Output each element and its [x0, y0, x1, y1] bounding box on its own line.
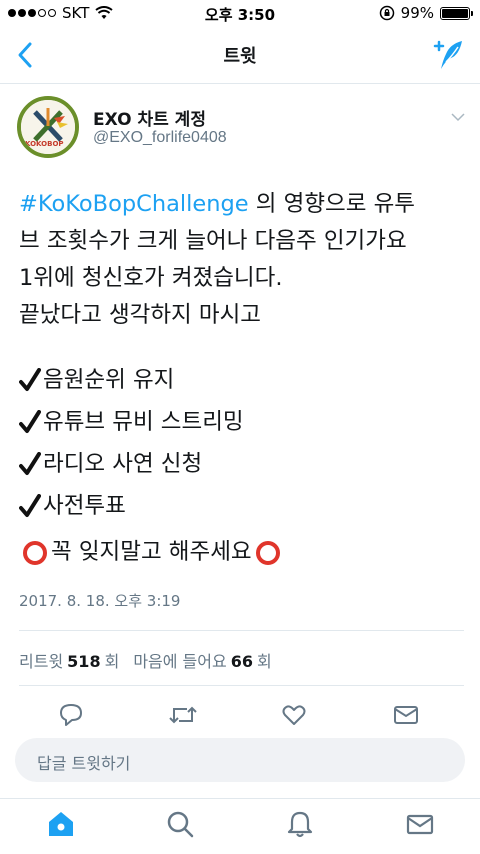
author-avatar[interactable]: KOKOBOP — [17, 96, 79, 158]
search-icon[interactable] — [165, 809, 195, 839]
tweet-line-1: #KoKoBopChallenge 의 영향으로 유투 — [19, 186, 469, 223]
tweet-line-2: 브 조횟수가 크게 늘어나 다음주 인기가요 — [19, 228, 407, 254]
tweet-line-4: 끝났다고 생각하지 마시고 — [19, 302, 262, 328]
checklist-item: 유튜브 뮤비 스트리밍 — [19, 401, 469, 443]
checklist-item-text: 사전투표 — [43, 493, 126, 519]
likes-unit: 회 — [256, 652, 272, 671]
exo-logo-avatar: KOKOBOP — [21, 100, 75, 154]
svg-text:KOKOBOP: KOKOBOP — [25, 140, 64, 148]
retweets-label[interactable]: 리트윗 — [19, 648, 63, 672]
status-right: 99% — [379, 4, 473, 22]
checklist-item: 음원순위 유지 — [19, 359, 469, 401]
envelope-icon[interactable] — [405, 809, 435, 839]
checkmark-icon — [19, 452, 41, 475]
page-title: 트윗 — [223, 46, 257, 67]
red-circle-icon — [255, 540, 280, 565]
checklist-item-text: 음원순위 유지 — [43, 367, 175, 393]
tweet-checklist: 음원순위 유지 유튜브 뮤비 스트리밍 라디오 사연 신청 사전투표 — [19, 359, 469, 527]
tweet-actions — [0, 694, 480, 734]
checklist-item-text: 유튜브 뮤비 스트리밍 — [43, 409, 244, 435]
tweet-text-segment: 의 영향으로 유투 — [248, 191, 415, 217]
rotation-lock-icon — [379, 5, 394, 21]
checkmark-icon — [19, 368, 41, 391]
bottom-tab-bar — [0, 798, 480, 854]
tweet-timestamp[interactable]: 2017. 8. 18. 오후 3:19 — [19, 590, 180, 611]
reply-input[interactable]: 답글 트윗하기 — [15, 738, 465, 782]
compose-tweet-icon[interactable] — [432, 38, 466, 72]
hashtag-link[interactable]: #KoKoBopChallenge — [19, 191, 249, 217]
reply-icon[interactable] — [58, 702, 84, 728]
chevron-down-icon[interactable] — [450, 112, 466, 122]
checkmark-icon — [19, 410, 41, 433]
navigation-bar: 트윗 — [0, 28, 480, 84]
checkmark-icon — [19, 494, 41, 517]
divider — [19, 685, 464, 686]
author-handle[interactable]: @EXO_forlife0408 — [93, 129, 227, 147]
heart-icon[interactable] — [281, 702, 307, 728]
tweet-line-3: 1위에 청신호가 켜졌습니다. — [19, 265, 283, 291]
status-bar: SKT 오후 3:50 99% — [0, 0, 480, 28]
tweet-text: #KoKoBopChallenge 의 영향으로 유투 브 조횟수가 크게 늘어… — [19, 186, 469, 334]
likes-label[interactable]: 마음에 들어요 — [133, 648, 226, 672]
retweets-count[interactable]: 518 — [67, 652, 100, 671]
retweets-unit: 회 — [104, 652, 120, 671]
divider — [19, 630, 464, 631]
battery-percent: 99% — [400, 4, 434, 22]
mail-icon[interactable] — [393, 702, 419, 728]
battery-icon — [440, 6, 473, 20]
tweet-stats: 리트윗 518 회 마음에 들어요 66 회 — [19, 648, 272, 672]
retweet-icon[interactable] — [168, 702, 198, 728]
closing-text: 꼭 잊지말고 해주세요 — [51, 539, 252, 565]
checklist-item-text: 라디오 사연 신청 — [43, 451, 203, 477]
checklist-item: 라디오 사연 신청 — [19, 443, 469, 485]
tweet-closing-line: 꼭 잊지말고 해주세요 — [19, 534, 284, 571]
likes-count[interactable]: 66 — [231, 652, 253, 671]
author-name[interactable]: EXO 차트 계정 — [93, 105, 206, 130]
red-circle-icon — [23, 540, 47, 565]
bell-icon[interactable] — [285, 809, 315, 839]
checklist-item: 사전투표 — [19, 485, 469, 527]
home-icon[interactable] — [46, 809, 76, 839]
